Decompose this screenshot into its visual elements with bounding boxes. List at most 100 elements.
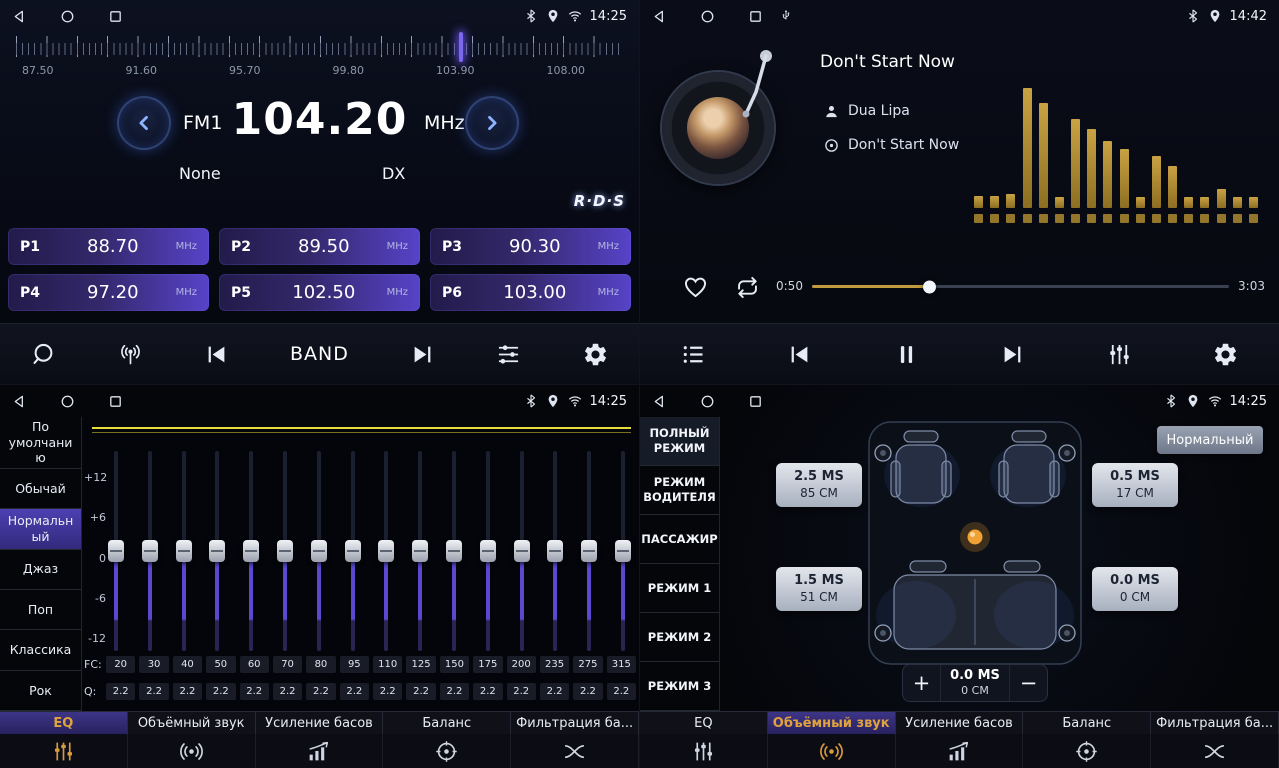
eq-preset-item[interactable]: Нормальный [0, 509, 81, 549]
seek-bar-knob[interactable] [923, 280, 936, 293]
eq-band-slider[interactable] [545, 451, 565, 651]
back-icon[interactable] [12, 9, 27, 24]
tab-balance-icon-button[interactable] [1023, 734, 1151, 768]
eq-slider-knob[interactable] [176, 540, 192, 562]
radio-preset-button[interactable]: P5 102.50 MHz [219, 274, 420, 311]
increase-delay-button[interactable]: + [903, 665, 941, 701]
next-station-button[interactable] [409, 341, 436, 368]
eq-band-slider[interactable] [207, 451, 227, 651]
tab-eq-icon-button[interactable] [640, 734, 768, 768]
settings-button[interactable] [582, 341, 609, 368]
settings-button[interactable] [1212, 341, 1239, 368]
eq-band-slider[interactable] [478, 451, 498, 651]
delay-rear-left[interactable]: 1.5 MS 51 CM [776, 567, 862, 611]
frequency-ruler[interactable] [16, 36, 623, 62]
radio-preset-button[interactable]: P2 89.50 MHz [219, 228, 420, 265]
recents-square-icon[interactable] [748, 394, 763, 409]
eq-slider-knob[interactable] [480, 540, 496, 562]
tab-filter-icon-button[interactable] [1151, 734, 1279, 768]
eq-slider-knob[interactable] [277, 540, 293, 562]
audio-tab[interactable]: EQ [0, 712, 128, 734]
tab-filter-icon-button[interactable] [511, 734, 639, 768]
eq-preset-item[interactable]: Рок [0, 671, 81, 711]
decrease-delay-button[interactable]: − [1009, 665, 1047, 701]
seek-bar[interactable] [812, 285, 1229, 288]
home-circle-icon[interactable] [700, 9, 715, 24]
eq-slider-knob[interactable] [311, 540, 327, 562]
radio-preset-button[interactable]: P4 97.20 MHz [8, 274, 209, 311]
audio-tab[interactable]: Баланс [383, 712, 511, 734]
playlist-button[interactable] [680, 341, 707, 368]
listening-mode-item[interactable]: РЕЖИМ ВОДИТЕЛЯ [640, 466, 719, 515]
eq-preset-item[interactable]: Поп [0, 590, 81, 630]
back-icon[interactable] [652, 9, 667, 24]
listening-mode-item[interactable]: РЕЖИМ 3 [640, 662, 719, 711]
recents-square-icon[interactable] [108, 394, 123, 409]
audio-tab[interactable]: Усиление басов [896, 712, 1024, 734]
previous-station-button[interactable] [203, 341, 230, 368]
home-circle-icon[interactable] [700, 394, 715, 409]
surround-preset-button[interactable]: Нормальный [1157, 426, 1263, 454]
eq-slider-knob[interactable] [108, 540, 124, 562]
delay-front-right[interactable]: 0.5 MS 17 CM [1092, 463, 1178, 507]
eq-band-slider[interactable] [410, 451, 430, 651]
tuning-indicator[interactable] [459, 32, 463, 62]
eq-slider-knob[interactable] [615, 540, 631, 562]
tab-surround-icon-button[interactable] [768, 734, 896, 768]
audio-tab[interactable]: Баланс [1023, 712, 1151, 734]
audio-tab[interactable]: Объёмный звук [128, 712, 256, 734]
eq-slider-knob[interactable] [378, 540, 394, 562]
scan-button[interactable] [30, 341, 57, 368]
eq-preset-item[interactable]: Джаз [0, 550, 81, 590]
back-icon[interactable] [12, 394, 27, 409]
eq-slider-knob[interactable] [547, 540, 563, 562]
pause-button[interactable] [893, 341, 920, 368]
eq-shortcut-button[interactable] [495, 341, 522, 368]
favorite-button[interactable] [682, 273, 709, 300]
eq-slider-knob[interactable] [514, 540, 530, 562]
recents-square-icon[interactable] [108, 9, 123, 24]
eq-band-slider[interactable] [444, 451, 464, 651]
eq-preset-item[interactable]: Обычай [0, 469, 81, 509]
eq-band-slider[interactable] [613, 451, 633, 651]
eq-band-slider[interactable] [140, 451, 160, 651]
tab-bass-icon-button[interactable] [256, 734, 384, 768]
eq-shortcut-button[interactable] [1106, 341, 1133, 368]
listening-mode-item[interactable]: РЕЖИМ 2 [640, 613, 719, 662]
eq-preset-item[interactable]: Классика [0, 630, 81, 670]
audio-tab[interactable]: Фильтрация ба... [511, 712, 639, 734]
listening-mode-item[interactable]: РЕЖИМ 1 [640, 564, 719, 613]
band-button[interactable]: BAND [290, 343, 349, 365]
next-track-button[interactable] [999, 341, 1026, 368]
eq-band-slider[interactable] [309, 451, 329, 651]
tune-up-button[interactable] [465, 96, 519, 150]
eq-slider-knob[interactable] [412, 540, 428, 562]
broadcast-button[interactable] [117, 341, 144, 368]
home-circle-icon[interactable] [60, 9, 75, 24]
tab-eq-icon-button[interactable] [0, 734, 128, 768]
listening-mode-item[interactable]: ПОЛНЫЙ РЕЖИМ [640, 417, 719, 466]
eq-slider-knob[interactable] [345, 540, 361, 562]
eq-slider-knob[interactable] [243, 540, 259, 562]
audio-tab[interactable]: EQ [640, 712, 768, 734]
eq-slider-knob[interactable] [142, 540, 158, 562]
eq-band-slider[interactable] [376, 451, 396, 651]
previous-track-button[interactable] [786, 341, 813, 368]
eq-band-slider[interactable] [174, 451, 194, 651]
radio-preset-button[interactable]: P1 88.70 MHz [8, 228, 209, 265]
delay-front-left[interactable]: 2.5 MS 85 CM [776, 463, 862, 507]
delay-rear-right[interactable]: 0.0 MS 0 CM [1092, 567, 1178, 611]
eq-band-slider[interactable] [106, 451, 126, 651]
eq-slider-knob[interactable] [209, 540, 225, 562]
audio-tab[interactable]: Усиление басов [256, 712, 384, 734]
listening-mode-item[interactable]: ПАССАЖИР [640, 515, 719, 564]
eq-band-slider[interactable] [512, 451, 532, 651]
home-circle-icon[interactable] [60, 394, 75, 409]
recents-square-icon[interactable] [748, 9, 763, 24]
eq-band-slider[interactable] [579, 451, 599, 651]
eq-band-slider[interactable] [275, 451, 295, 651]
radio-preset-button[interactable]: P3 90.30 MHz [430, 228, 631, 265]
back-icon[interactable] [652, 394, 667, 409]
eq-slider-knob[interactable] [581, 540, 597, 562]
eq-slider-knob[interactable] [446, 540, 462, 562]
